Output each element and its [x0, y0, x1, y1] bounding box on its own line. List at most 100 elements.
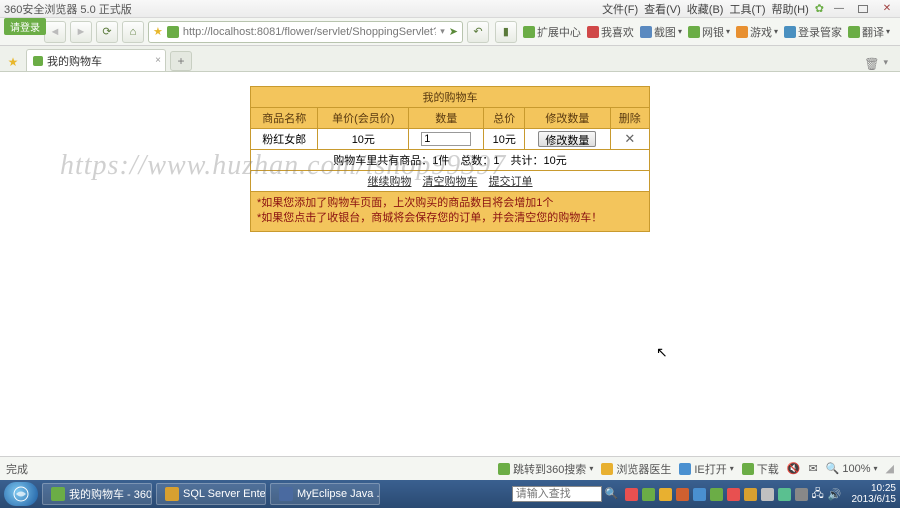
start-button[interactable] — [4, 482, 38, 506]
tray-icon[interactable] — [761, 488, 774, 501]
col-total: 总价 — [484, 108, 525, 129]
menu-tools[interactable]: 工具(T) — [729, 1, 765, 17]
taskbar-item-sqlserver[interactable]: SQL Server Ente... — [156, 483, 266, 505]
tab-close-button[interactable]: × — [155, 55, 161, 66]
cart-table: 我的购物车 商品名称 单价(会员价) 数量 总价 修改数量 删除 粉红女郎 10… — [250, 86, 650, 192]
submit-link[interactable]: 提交订单 — [489, 176, 533, 188]
cart-caption: 我的购物车 — [251, 87, 650, 108]
window-max-button[interactable] — [854, 2, 872, 16]
menu-view[interactable]: 查看(V) — [644, 1, 681, 17]
status-download[interactable]: 下载 — [742, 461, 779, 477]
cell-price: 10元 — [318, 129, 409, 150]
tray-icon[interactable] — [795, 488, 808, 501]
tray-icon[interactable] — [625, 488, 638, 501]
windows-taskbar: 我的购物车 - 360... SQL Server Ente... MyEcli… — [0, 480, 900, 508]
menu-help[interactable]: 帮助(H) — [772, 1, 809, 17]
ext-translate[interactable]: 翻译▾ — [848, 24, 890, 40]
cursor-icon: ↖ — [656, 344, 668, 361]
status-text: 完成 — [6, 461, 28, 477]
cell-delete: ✕ — [610, 129, 649, 150]
col-name: 商品名称 — [251, 108, 318, 129]
ext-login[interactable]: 登录管家 — [784, 24, 842, 40]
status-zoom[interactable]: 🔍 100%▾ — [826, 462, 878, 475]
new-tab-button[interactable]: + — [170, 51, 192, 71]
ext-bank[interactable]: 网银▾ — [688, 24, 730, 40]
modify-button[interactable]: 修改数量 — [538, 131, 596, 147]
tab-title: 我的购物车 — [47, 53, 102, 69]
tray-volume-icon[interactable]: 🔊 — [828, 488, 842, 501]
search-badge[interactable]: 请登录 — [4, 18, 46, 35]
ext-game[interactable]: 游戏▾ — [736, 24, 778, 40]
col-qty: 数量 — [409, 108, 484, 129]
cart-summary: 购物车里共有商品：1件 总数：1 共计：10元 — [251, 150, 650, 171]
tray-icon[interactable] — [693, 488, 706, 501]
menu-file[interactable]: 文件(F) — [602, 1, 638, 17]
status-mail-icon[interactable]: ✉ — [808, 462, 817, 475]
delete-button[interactable]: ✕ — [624, 131, 635, 146]
taskbar-item-myeclipse[interactable]: MyEclipse Java ... — [270, 483, 380, 505]
status-resize-icon[interactable]: ◢ — [886, 462, 894, 475]
back-button[interactable]: ◄ — [44, 21, 66, 43]
window-close-button[interactable] — [878, 2, 896, 16]
taskbar-search-input[interactable] — [512, 486, 602, 502]
star-icon[interactable]: ★ — [153, 25, 163, 38]
browser-toolbar: ◄ ► ⟳ ⌂ ★ ▾ ➤ ↶ ▮ 扩展中心 我喜欢 截图▾ 网银▾ 游戏▾ 登… — [0, 18, 900, 46]
tray-icon[interactable] — [778, 488, 791, 501]
cart-row: 粉红女郎 10元 10元 修改数量 ✕ — [251, 129, 650, 150]
window-titlebar: 360安全浏览器 5.0 正式版 文件(F) 查看(V) 收藏(B) 工具(T)… — [0, 0, 900, 18]
cell-qty — [409, 129, 484, 150]
tab-menu-icon[interactable]: ▾ — [883, 57, 888, 71]
recycle-icon[interactable]: 🗑 — [864, 57, 879, 71]
url-input[interactable] — [183, 26, 436, 38]
dropdown-icon[interactable]: ▾ — [440, 26, 445, 37]
tray-icon[interactable] — [659, 488, 672, 501]
status-ie[interactable]: IE打开▾ — [679, 461, 733, 477]
status-doctor[interactable]: 浏览器医生 — [601, 461, 671, 477]
ext-like[interactable]: 我喜欢 — [587, 24, 634, 40]
tab-cart[interactable]: 我的购物车 × — [26, 49, 166, 71]
tab-bar: ★ 我的购物车 × + 🗑 ▾ — [0, 46, 900, 72]
taskbar-clock[interactable]: 10:25 2013/6/15 — [852, 483, 897, 505]
menu-fav[interactable]: 收藏(B) — [687, 1, 724, 17]
address-bar[interactable]: ★ ▾ ➤ — [148, 21, 463, 43]
notice-line-1: *如果您添加了购物车页面，上次购买的商品数目将会增加1个 — [257, 196, 643, 211]
bookmark-icon[interactable]: ★ — [4, 53, 22, 71]
undo-button[interactable]: ↶ — [467, 21, 489, 43]
window-min-button[interactable] — [830, 2, 848, 16]
tray-icon[interactable] — [727, 488, 740, 501]
status-switch[interactable]: 跳转到360搜索▾ — [498, 461, 593, 477]
status-bar: 完成 跳转到360搜索▾ 浏览器医生 IE打开▾ 下载 🔇 ✉ 🔍 100%▾ … — [0, 456, 900, 480]
taskbar-item-browser[interactable]: 我的购物车 - 360... — [42, 483, 152, 505]
tray-icon[interactable] — [642, 488, 655, 501]
cell-name: 粉红女郎 — [251, 129, 318, 150]
cell-total: 10元 — [484, 129, 525, 150]
system-tray: 🖧 🔊 — [625, 485, 846, 504]
status-mute-icon[interactable]: 🔇 — [787, 462, 801, 475]
ext-center[interactable]: 扩展中心 — [523, 24, 581, 40]
qty-input[interactable] — [421, 132, 471, 146]
reload-button[interactable]: ⟳ — [96, 21, 118, 43]
window-title: 360安全浏览器 5.0 正式版 — [4, 1, 132, 17]
stop-button[interactable]: ▮ — [495, 21, 517, 43]
taskbar-search[interactable]: 🔍 — [512, 486, 619, 502]
notice-line-2: *如果您点击了收银台，商城将会保存您的订单，并会清空您的购物车！ — [257, 211, 643, 226]
continue-link[interactable]: 继续购物 — [367, 176, 411, 188]
tray-network-icon[interactable]: 🖧 — [812, 485, 824, 504]
home-button[interactable]: ⌂ — [122, 21, 144, 43]
col-modify: 修改数量 — [525, 108, 610, 129]
clear-link[interactable]: 清空购物车 — [423, 176, 478, 188]
tray-icon[interactable] — [676, 488, 689, 501]
site-icon — [167, 26, 179, 38]
tab-favicon — [33, 56, 43, 66]
cart-notice: *如果您添加了购物车页面，上次购买的商品数目将会增加1个 *如果您点击了收银台，… — [250, 192, 650, 232]
go-icon[interactable]: ➤ — [449, 25, 458, 38]
cart-actions: 继续购物 清空购物车 提交订单 — [251, 171, 650, 192]
page-content: https://www.huzhan.com/ishop99397 ↖ 我的购物… — [0, 72, 900, 464]
col-delete: 删除 — [610, 108, 649, 129]
forward-button[interactable]: ► — [70, 21, 92, 43]
tray-icon[interactable] — [710, 488, 723, 501]
tray-icon[interactable] — [744, 488, 757, 501]
col-price: 单价(会员价) — [318, 108, 409, 129]
ext-screenshot[interactable]: 截图▾ — [640, 24, 682, 40]
cell-modify: 修改数量 — [525, 129, 610, 150]
